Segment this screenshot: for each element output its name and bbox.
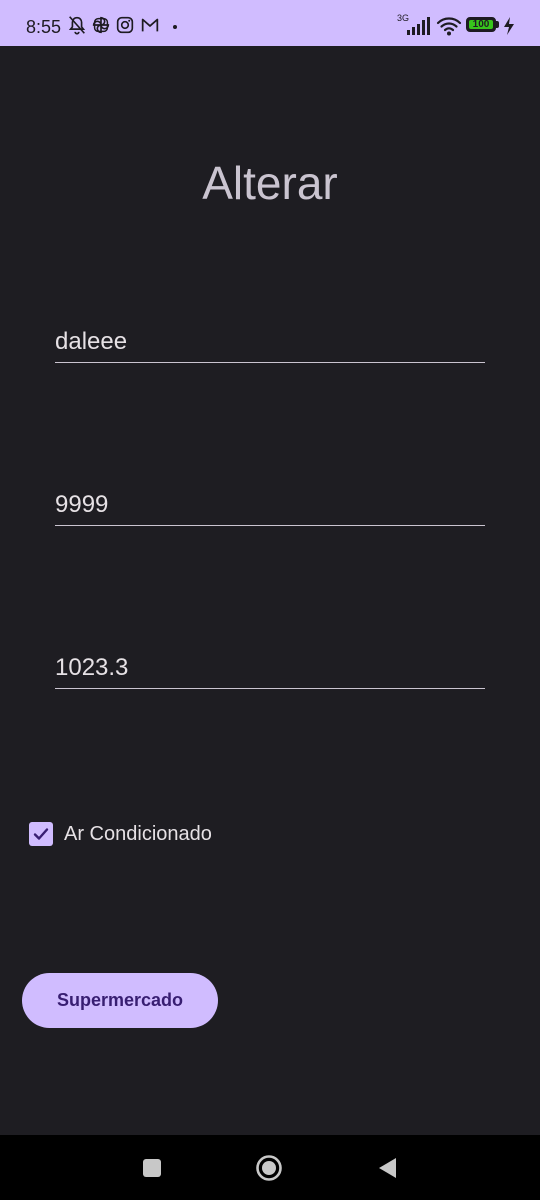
recents-square-icon bbox=[143, 1158, 161, 1177]
instagram-icon bbox=[116, 16, 134, 34]
navigation-bar bbox=[0, 1135, 540, 1200]
battery-percent: 100 bbox=[472, 19, 490, 30]
check-icon bbox=[33, 828, 49, 840]
text-field-area[interactable] bbox=[55, 644, 485, 689]
home-button[interactable] bbox=[234, 1135, 304, 1200]
status-time: 8:55 bbox=[26, 17, 62, 37]
area-input[interactable] bbox=[55, 652, 485, 684]
battery-nub bbox=[496, 21, 499, 28]
back-button[interactable] bbox=[352, 1135, 422, 1200]
air-conditioning-checkbox[interactable] bbox=[29, 822, 53, 846]
battery-icon: 100 bbox=[466, 17, 496, 32]
pinwheel-icon bbox=[92, 16, 110, 34]
number-input[interactable] bbox=[55, 489, 485, 521]
charging-icon bbox=[504, 17, 514, 35]
air-conditioning-checkbox-row[interactable]: Ar Condicionado bbox=[29, 820, 212, 848]
recents-button[interactable] bbox=[117, 1135, 187, 1200]
text-field-name[interactable] bbox=[55, 318, 485, 363]
wifi-icon bbox=[436, 17, 462, 36]
status-bar: 8:55 3G 100 bbox=[0, 0, 540, 46]
home-circle-icon bbox=[256, 1154, 282, 1181]
back-triangle-icon bbox=[379, 1157, 396, 1178]
page-title: Alterar bbox=[202, 157, 338, 209]
supermercado-button[interactable]: Supermercado bbox=[22, 973, 218, 1028]
text-field-number[interactable] bbox=[55, 481, 485, 526]
air-conditioning-label: Ar Condicionado bbox=[64, 823, 212, 845]
signal-icon bbox=[407, 17, 430, 35]
gmail-icon bbox=[141, 18, 159, 32]
name-input[interactable] bbox=[55, 326, 485, 358]
dot-icon bbox=[173, 25, 177, 29]
notifications-off-icon bbox=[68, 16, 86, 35]
